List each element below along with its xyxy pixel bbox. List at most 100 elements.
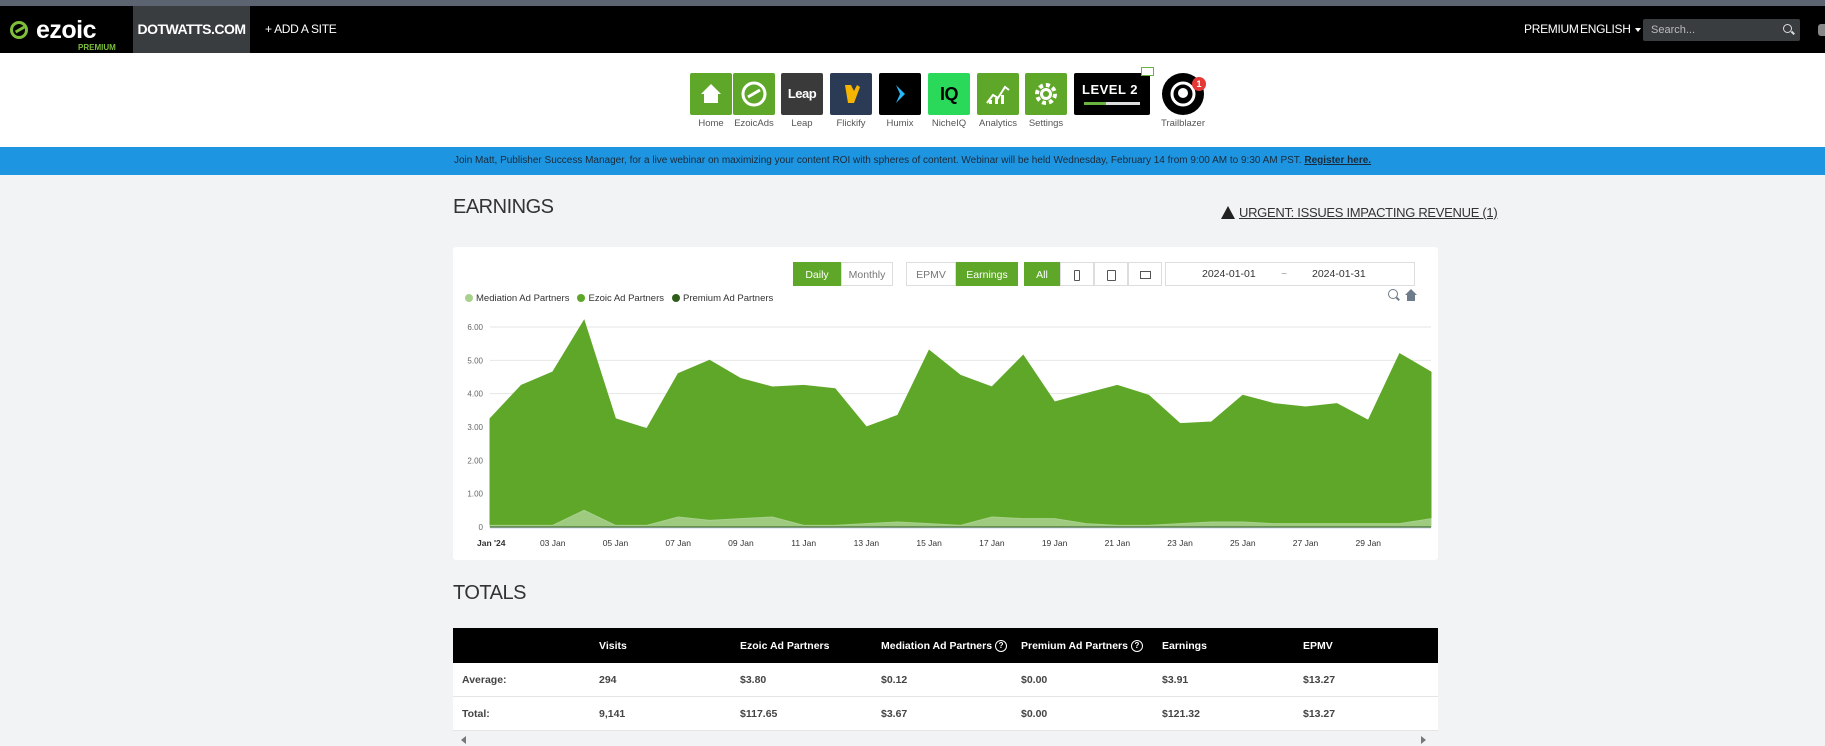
nicheiq-icon-text: IQ: [939, 84, 959, 104]
x-tick-label: 17 Jan: [979, 538, 1005, 548]
scroll-right-icon[interactable]: [1421, 736, 1426, 744]
earnings-chart-card: Daily Monthly EPMV Earnings All 2024-01-…: [453, 247, 1438, 560]
table-cell: $117.65: [740, 707, 778, 720]
legend-item[interactable]: Ezoic Ad Partners: [577, 293, 664, 304]
legend-dot: [672, 294, 680, 302]
logo-word: ezoic: [36, 16, 97, 44]
table-cell: $121.32: [1162, 707, 1200, 720]
flickify-icon: [830, 73, 872, 115]
language-dropdown[interactable]: ENGLISH: [1580, 6, 1641, 53]
table-scrollbar[interactable]: [453, 733, 1438, 746]
zoom-icon[interactable]: [1388, 289, 1398, 299]
device-all-button[interactable]: All: [1024, 262, 1060, 286]
y-tick-label: 6.00: [467, 323, 483, 332]
legend-item[interactable]: Premium Ad Partners: [672, 293, 773, 304]
legend-dot: [577, 294, 586, 302]
premium-link[interactable]: PREMIUM: [1524, 6, 1579, 53]
table-cell: $13.27: [1303, 673, 1336, 686]
y-tick-label: 1.00: [467, 490, 483, 499]
x-tick-label: 21 Jan: [1105, 538, 1131, 548]
search-icon[interactable]: [1783, 24, 1792, 33]
app-humix[interactable]: Humix: [879, 73, 921, 129]
mobile-icon: [1074, 269, 1080, 281]
trailblazer-app[interactable]: 1 Trailblazer: [1158, 73, 1208, 129]
app-analytics[interactable]: Analytics: [977, 73, 1019, 129]
x-tick-label: 29 Jan: [1356, 538, 1382, 548]
y-tick-label: 0: [479, 523, 484, 532]
column-header-text: Earnings: [1162, 639, 1207, 652]
totals-table: Visits Ezoic Ad Partners Mediation Ad Part…: [453, 628, 1438, 731]
register-link[interactable]: Register here.: [1304, 155, 1371, 166]
home-icon: [690, 73, 732, 115]
legend-label: Premium Ad Partners: [683, 293, 774, 304]
date-end[interactable]: 2024-01-31: [1312, 268, 1366, 280]
x-tick-label: Jan '24: [477, 538, 506, 548]
add-site-link[interactable]: + ADD A SITE: [265, 6, 337, 53]
language-label: ENGLISH: [1580, 22, 1631, 36]
column-header-text: Ezoic Ad Partners: [740, 639, 830, 652]
earnings-button[interactable]: Earnings: [956, 262, 1018, 286]
table-cell: $3.91: [1162, 673, 1189, 686]
ezoic-ads-icon: [733, 73, 775, 115]
tablet-button[interactable]: [1094, 262, 1128, 286]
legend-dot: [465, 294, 473, 302]
table-row: Total: 9,141 $117.65 $3.67 $0.00 $121.32 $13.2…: [453, 697, 1438, 731]
help-icon[interactable]: ?: [995, 639, 1008, 652]
x-tick-label: 07 Jan: [665, 538, 691, 548]
leap-icon: Leap: [781, 73, 823, 115]
app-leap[interactable]: Leap Leap: [781, 73, 823, 129]
table-cell: $13.27: [1303, 707, 1336, 720]
ezoic-logo[interactable]: ezoic PREMIUM: [10, 15, 120, 52]
table-cell: Total:: [462, 707, 490, 720]
app-ezoicads[interactable]: EzoicAds: [733, 73, 775, 129]
level-badge[interactable]: LEVEL 2: [1074, 67, 1154, 115]
x-tick-label: 03 Jan: [540, 538, 566, 548]
table-cell: $0.00: [1021, 673, 1048, 686]
humix-icon: [879, 73, 921, 115]
column-header: Visits: [599, 628, 627, 663]
app-settings[interactable]: Settings: [1025, 73, 1067, 129]
app-nicheiq[interactable]: IQ NicheIQ: [928, 73, 970, 129]
desktop-icon: [1139, 271, 1151, 280]
level-progress-fill: [1084, 102, 1107, 105]
earnings-area-chart: 6.00 5.00 4.00 3.00 2.00 1.00 0 Jan '24 03 Jan 05…: [467, 319, 1432, 548]
desktop-button[interactable]: [1128, 262, 1162, 286]
date-start[interactable]: 2024-01-01: [1202, 268, 1256, 280]
search-input[interactable]: [1643, 19, 1773, 41]
nicheiq-icon: IQ: [928, 73, 970, 115]
legend-label: Mediation Ad Partners: [476, 293, 570, 304]
table-cell: $3.80: [740, 673, 767, 686]
level-progress: [1084, 102, 1140, 105]
notification-icon[interactable]: [1818, 24, 1825, 36]
help-icon[interactable]: ?: [1130, 639, 1143, 652]
envelope-icon[interactable]: [1141, 67, 1154, 76]
monthly-button[interactable]: Monthly: [841, 262, 893, 286]
table-cell: $3.67: [881, 707, 908, 720]
column-header-text: Visits: [599, 639, 627, 652]
legend-item[interactable]: Mediation Ad Partners: [465, 293, 569, 304]
date-separator: ~: [1281, 268, 1288, 280]
x-tick-label: 25 Jan: [1230, 538, 1256, 548]
x-tick-label: 11 Jan: [791, 538, 816, 548]
column-header-text: EPMV: [1303, 639, 1333, 652]
tablet-icon: [1106, 269, 1116, 281]
reset-home-icon[interactable]: [1405, 289, 1417, 301]
table-cell: $0.12: [881, 673, 908, 686]
epmv-button[interactable]: EPMV: [906, 262, 956, 286]
scroll-left-icon[interactable]: [461, 736, 466, 744]
urgent-issues-link[interactable]: URGENT: ISSUES IMPACTING REVENUE (1): [1221, 205, 1498, 220]
legend-label: Ezoic Ad Partners: [588, 293, 664, 304]
app-flickify[interactable]: Flickify: [830, 73, 872, 129]
site-tab[interactable]: DOTWATTS.COM: [133, 6, 250, 53]
settings-icon: [1025, 73, 1067, 115]
x-tick-label: 09 Jan: [728, 538, 754, 548]
date-range-picker[interactable]: 2024-01-01 ~ 2024-01-31: [1165, 262, 1415, 286]
daily-button[interactable]: Daily: [793, 262, 841, 286]
mobile-button[interactable]: [1060, 262, 1094, 286]
trailblazer-label: Trailblazer: [1161, 118, 1205, 129]
app-label: Settings: [1028, 118, 1064, 129]
warning-icon: [1221, 206, 1235, 219]
level-text: LEVEL 2: [1082, 82, 1139, 97]
table-cell: $0.00: [1021, 707, 1048, 720]
x-tick-label: 23 Jan: [1167, 538, 1193, 548]
